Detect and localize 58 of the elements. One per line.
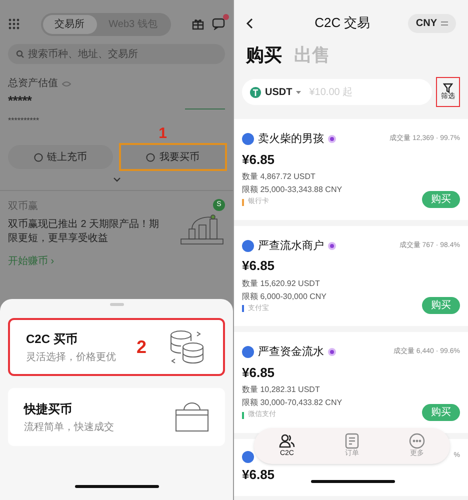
back-icon[interactable] (246, 18, 253, 28)
verified-badge-icon (328, 135, 336, 144)
page-title: C2C 交易 (314, 14, 370, 32)
circle-icon (146, 152, 156, 162)
trade-tab[interactable]: 购买 (246, 42, 282, 69)
currency-selector[interactable]: CNY (408, 14, 456, 32)
people-icon (279, 432, 295, 449)
step-number: 2 (136, 336, 146, 358)
circle-icon (34, 152, 43, 162)
swap-icon (441, 20, 448, 26)
document-icon (345, 432, 359, 449)
option-title: 快捷买币 (24, 400, 73, 418)
option-subtitle: 流程简单，快速成交 (24, 420, 114, 434)
price: ¥6.85 (242, 364, 275, 382)
chevron-down-icon[interactable] (112, 177, 120, 182)
gift-icon[interactable] (192, 18, 204, 30)
limit-text: 限额 30,000-70,433.82 CNY (242, 397, 342, 409)
verified-badge-icon (328, 242, 336, 250)
coin-label[interactable]: USDT (265, 84, 292, 100)
quantity-text: 数量 4,867.72 USDT (242, 171, 316, 183)
step-number: 1 (158, 124, 167, 144)
buy-option-card[interactable]: C2C 买币 灵活选择，价格更优 2 (8, 318, 225, 376)
more-icon (409, 432, 425, 449)
verified-badge-icon (328, 348, 336, 356)
promo-text: 双币赢现已推出 2 天期限产品！期限更短，更早享受收益 (8, 218, 160, 246)
search-field[interactable]: 搜索币种、地址、交易所 (8, 44, 225, 64)
limit-text: 限额 6,000-30,000 CNY (242, 290, 326, 302)
filter-icon (443, 83, 453, 93)
caret-icon (296, 90, 302, 94)
avatar-icon (242, 346, 254, 358)
merchant-name[interactable]: 卖火柴的男孩 (258, 131, 324, 148)
tab[interactable]: 交易所 (42, 14, 97, 34)
quantity-text: 数量 15,620.92 USDT (242, 278, 321, 290)
search-icon (16, 50, 24, 58)
asset-sub-value: ********** (8, 114, 40, 126)
avatar-icon (242, 240, 254, 252)
tether-icon (250, 86, 261, 98)
merchant-name[interactable]: 严查资金流水 (258, 344, 324, 360)
limit-text: 限额 25,000-33,343.88 CNY (242, 184, 342, 196)
avatar-icon (242, 450, 254, 462)
merchant-name[interactable]: 严查流水商户 (258, 238, 324, 254)
price: ¥6.85 (242, 257, 275, 275)
action-button[interactable]: 我要买币 (120, 145, 225, 169)
grid-menu-icon[interactable] (8, 18, 20, 30)
buy-option-card[interactable]: 快捷买币 流程简单，快速成交 (8, 388, 225, 446)
avatar-icon (242, 133, 254, 146)
quantity-text: 数量 10,282.31 USDT (242, 384, 321, 396)
chat-icon[interactable] (212, 18, 225, 30)
promo-tag: 双币赢 (8, 199, 165, 214)
price: ¥6.85 (242, 150, 275, 168)
sheet-handle[interactable] (110, 303, 124, 306)
option-subtitle: 灵活选择，价格更优 (26, 350, 116, 364)
wallet-icon (175, 402, 209, 432)
action-button[interactable]: 链上充币 (8, 145, 112, 169)
asset-label: 总资产估值 (8, 76, 58, 91)
price: ¥6.85 (242, 466, 275, 484)
option-title: C2C 买币 (26, 330, 78, 348)
asset-value: ***** (8, 92, 32, 110)
